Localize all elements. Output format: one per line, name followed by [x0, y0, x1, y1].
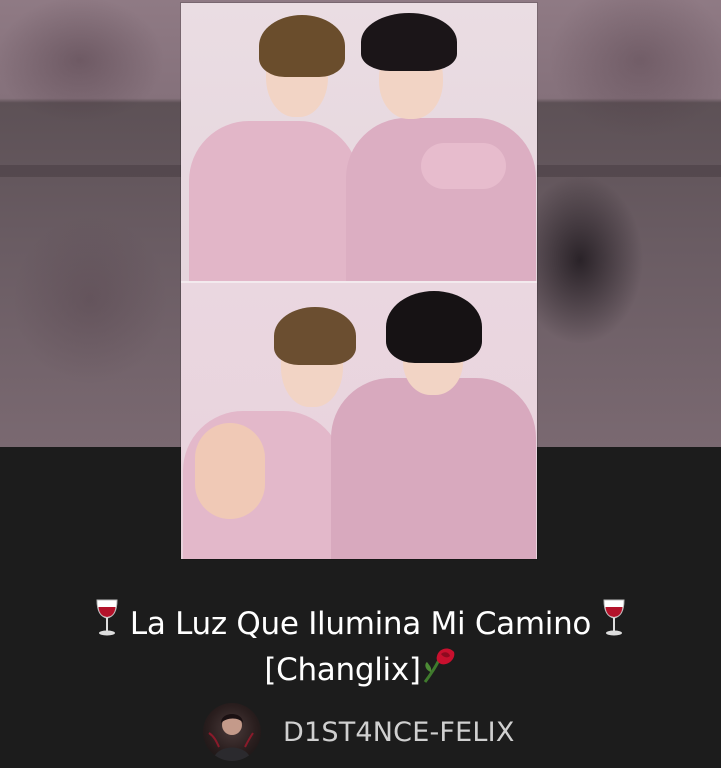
wilted-rose-icon — [423, 648, 455, 683]
cover-photo-top — [181, 3, 537, 281]
title-text-line1: La Luz Que Ilumina Mi Camino — [129, 606, 592, 642]
story-title-line1: La Luz Que Ilumina Mi Camino — [0, 598, 721, 646]
cover-photo-bottom — [181, 283, 537, 559]
author-name[interactable]: D1ST4NCE-FELIX — [283, 717, 515, 748]
wine-glass-icon — [603, 599, 625, 636]
story-cover-image[interactable] — [181, 3, 537, 559]
author-row[interactable]: D1ST4NCE-FELIX — [203, 703, 515, 761]
right-person-shirt — [331, 378, 536, 559]
avatar-portrait-icon — [208, 714, 254, 761]
right-person-hair — [386, 291, 482, 363]
left-person-hair — [259, 15, 345, 77]
wine-glass-icon — [96, 599, 118, 636]
left-person-shirt — [189, 121, 359, 281]
title-text-line2: [Changlix] — [264, 652, 421, 688]
right-person-hair — [361, 13, 457, 71]
author-avatar[interactable] — [203, 703, 261, 761]
left-person-arm — [195, 423, 265, 519]
story-title-line2: [Changlix] — [0, 646, 721, 692]
story-title[interactable]: La Luz Que Ilumina Mi Camino [Changlix] — [0, 598, 721, 692]
left-person-hair — [274, 307, 356, 365]
right-person-arm — [421, 143, 506, 189]
